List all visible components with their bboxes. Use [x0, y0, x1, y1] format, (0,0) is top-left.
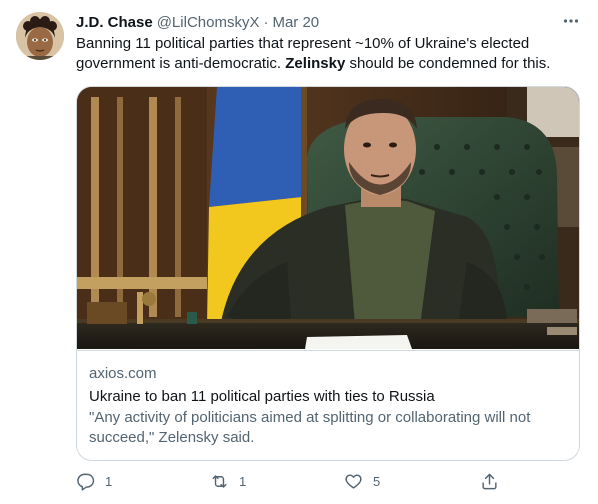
card-domain: axios.com [89, 365, 157, 382]
tweet[interactable]: J.D. Chase @LilChomskyX · Mar 20 Banning… [0, 0, 598, 504]
tweet-header: J.D. Chase @LilChomskyX · Mar 20 [76, 12, 582, 32]
like-button[interactable]: 5 [344, 472, 380, 491]
timestamp[interactable]: Mar 20 [272, 14, 319, 31]
card-description: "Any activity of politicians aimed at sp… [89, 409, 531, 446]
heart-icon [345, 474, 362, 489]
tweet-text-bold: Zelinsky [285, 55, 346, 72]
card-body: axios.com Ukraine to ban 11 political pa… [77, 350, 579, 460]
author-name[interactable]: J.D. Chase [76, 14, 153, 31]
retweet-button[interactable]: 1 [210, 472, 246, 491]
separator-dot: · [263, 13, 269, 31]
tweet-actions: 1 1 5 [76, 472, 506, 494]
reply-icon [77, 473, 95, 491]
more-horizontal-icon [563, 19, 579, 23]
retweet-icon [212, 475, 227, 488]
reply-button[interactable]: 1 [76, 472, 112, 491]
avatar[interactable] [16, 12, 64, 60]
share-button[interactable] [480, 472, 499, 491]
tweet-text-part: should be condemned for this. [345, 55, 551, 72]
card-image[interactable] [77, 87, 579, 349]
link-card[interactable]: axios.com Ukraine to ban 11 political pa… [76, 86, 580, 461]
retweet-count: 1 [239, 474, 247, 489]
avatar-image [16, 12, 64, 60]
share-icon [482, 473, 497, 490]
card-title[interactable]: Ukraine to ban 11 political parties with… [89, 387, 567, 407]
card-photo [77, 87, 579, 349]
tweet-text: Banning 11 political parties that repres… [76, 34, 576, 74]
like-count: 5 [373, 474, 381, 489]
author-handle[interactable]: @LilChomskyX [157, 14, 260, 31]
more-options-button[interactable] [560, 10, 582, 32]
reply-count: 1 [105, 474, 113, 489]
